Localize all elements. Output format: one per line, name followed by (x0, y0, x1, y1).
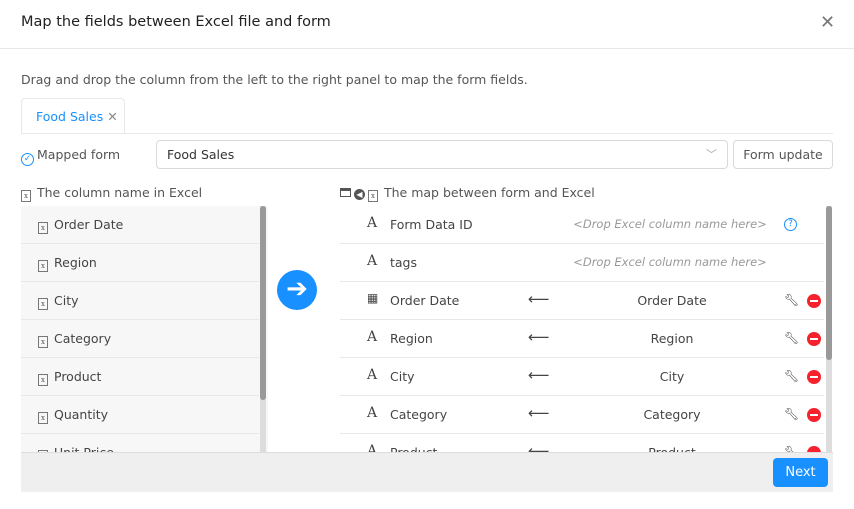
excel-file-icon: x (38, 298, 48, 310)
form-field-name: Region (390, 331, 433, 346)
tab-divider (21, 133, 833, 134)
column-name: Category (54, 331, 112, 346)
tab-food-sales[interactable]: Food Sales ✕ (21, 98, 125, 134)
column-name: Region (54, 255, 97, 270)
excel-file-icon: x (38, 260, 48, 272)
map-row: Atags <Drop Excel column name here> (340, 244, 824, 282)
left-scrollbar[interactable] (260, 206, 266, 452)
footer (21, 452, 833, 492)
selected-value: Food Sales (167, 147, 235, 162)
excel-column-mapped[interactable]: Region (580, 331, 764, 346)
form-field-name: Category (390, 407, 448, 422)
text-type-icon: A (367, 329, 378, 345)
scroll-thumb[interactable] (260, 206, 266, 400)
excel-column-item[interactable]: x Order Date (21, 206, 259, 244)
mapped-form-label: ✓ Mapped form (21, 147, 120, 166)
check-circle-icon: ✓ (21, 153, 34, 166)
form-icon (340, 188, 351, 197)
scroll-thumb[interactable] (826, 206, 832, 360)
map-title: The map between form and Excel (384, 185, 595, 200)
excel-column-item[interactable]: x City (21, 282, 259, 320)
excel-column-mapped[interactable]: Order Date (580, 293, 764, 308)
wrench-icon[interactable]: 🔧︎ (784, 407, 799, 421)
form-map-list: A Form Data ID <Drop Excel column name her… (340, 206, 824, 452)
excel-file-icon: x (38, 336, 48, 348)
remove-icon[interactable] (807, 294, 821, 308)
arrow-left-icon: ⟵ (528, 404, 550, 422)
wrench-icon[interactable]: 🔧︎ (784, 445, 799, 452)
excel-file-icon: x (38, 222, 48, 234)
form-update-button[interactable]: Form update (733, 140, 833, 169)
arrow-left-circle-icon: ◀ (354, 189, 365, 200)
dialog-title: Map the fields between Excel file and fo… (21, 14, 331, 30)
column-name: Order Date (54, 217, 124, 232)
remove-icon[interactable] (807, 332, 821, 346)
map-row: A Form Data ID <Drop Excel column name her… (340, 206, 824, 244)
close-icon[interactable]: ✕ (820, 12, 835, 33)
form-field-name: Order Date (390, 293, 460, 308)
map-arrow-button[interactable]: ➔ (277, 270, 317, 310)
text-type-icon: A (367, 405, 378, 421)
wrench-icon[interactable]: 🔧︎ (784, 293, 799, 307)
form-field-name: Form Data ID (390, 217, 473, 232)
map-row: A Region ⟵ Region 🔧︎ (340, 320, 824, 358)
excel-column-item[interactable]: x Category (21, 320, 259, 358)
drop-zone[interactable]: <Drop Excel column name here> (570, 255, 770, 269)
form-field-name: tags (390, 255, 418, 270)
drop-zone[interactable]: <Drop Excel column name here> (570, 217, 770, 231)
form-field-name: City (390, 369, 415, 384)
map-row: A Product ⟵ Product 🔧︎ (340, 434, 824, 452)
text-type-icon: A (367, 253, 378, 269)
arrow-left-icon: ⟵ (528, 328, 550, 346)
mapped-form-text: Mapped form (37, 147, 121, 162)
calendar-icon: ▦ (367, 291, 379, 305)
excel-column-item[interactable]: x Product (21, 358, 259, 396)
close-tab-icon[interactable]: ✕ (107, 109, 117, 124)
column-name: Product (54, 369, 102, 384)
excel-column-mapped[interactable]: Product (580, 445, 764, 452)
text-type-icon: A (367, 215, 378, 231)
excel-column-item[interactable]: x Quantity (21, 396, 259, 434)
remove-icon[interactable] (807, 408, 821, 422)
chevron-down-icon: ﹀ (706, 148, 717, 161)
wrench-icon[interactable]: 🔧︎ (784, 369, 799, 383)
excel-file-icon: x (368, 190, 378, 202)
wrench-icon[interactable]: 🔧︎ (784, 331, 799, 345)
excel-column-mapped[interactable]: City (580, 369, 764, 384)
excel-file-icon: x (38, 374, 48, 386)
tab-label: Food Sales (36, 109, 104, 124)
arrow-left-icon: ⟵ (528, 442, 550, 452)
text-type-icon: A (367, 443, 378, 452)
right-scrollbar[interactable] (826, 206, 832, 452)
remove-icon[interactable] (807, 370, 821, 384)
excel-file-icon: x (38, 412, 48, 424)
column-name: Unit Price (54, 445, 114, 452)
text-type-icon: A (367, 367, 378, 383)
excel-columns-header: x The column name in Excel (21, 185, 202, 202)
next-button[interactable]: Next (773, 458, 828, 487)
mapped-form-select[interactable]: Food Sales ﹀ (156, 140, 728, 169)
excel-column-list: x Order Date x Region x City x Category x Product… (21, 206, 268, 452)
column-name: City (54, 293, 79, 308)
map-row: A City ⟵ City 🔧︎ (340, 358, 824, 396)
arrow-left-icon: ⟵ (528, 290, 550, 308)
excel-file-icon: x (21, 190, 31, 202)
instruction-text: Drag and drop the column from the left t… (21, 72, 528, 87)
excel-column-item[interactable]: x Region (21, 244, 259, 282)
excel-column-mapped[interactable]: Category (580, 407, 764, 422)
help-icon[interactable]: ? (784, 218, 797, 231)
header-divider (0, 48, 854, 49)
excel-columns-title: The column name in Excel (37, 185, 203, 200)
column-name: Quantity (54, 407, 109, 422)
map-header: ◀ x The map between form and Excel (340, 185, 595, 202)
map-row: ▦ Order Date ⟵ Order Date 🔧︎ (340, 282, 824, 320)
arrow-left-icon: ⟵ (528, 366, 550, 384)
form-field-name: Product (390, 445, 437, 452)
map-row: A Category ⟵ Category 🔧︎ (340, 396, 824, 434)
excel-column-item[interactable]: xUnit Price (21, 434, 259, 452)
